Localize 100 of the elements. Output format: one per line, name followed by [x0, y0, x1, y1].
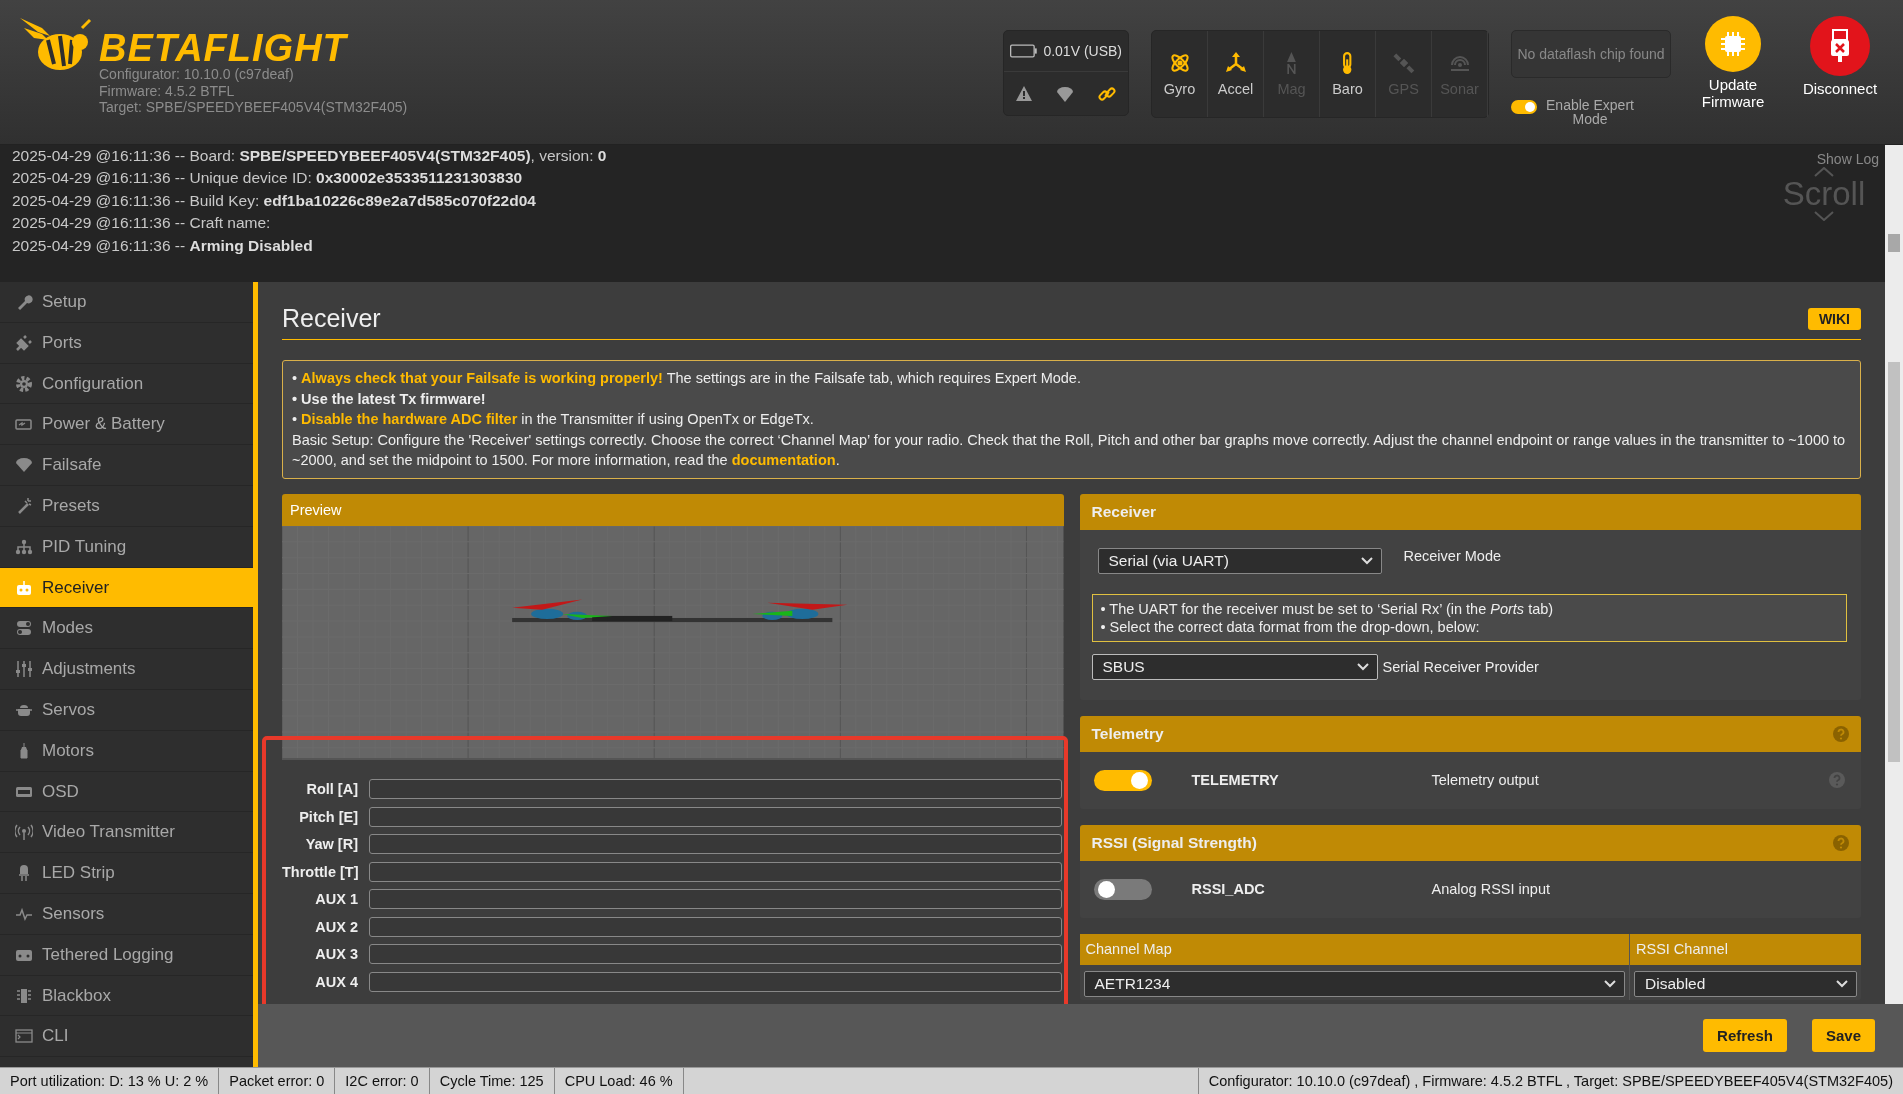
- panel-title: Receiver: [1091, 502, 1157, 521]
- receiver-mode-dropdown[interactable]: Serial (via UART): [1097, 547, 1382, 574]
- nav-item[interactable]: Ports: [0, 322, 253, 364]
- rssi-channel-dropdown[interactable]: Disabled: [1634, 970, 1857, 997]
- nav-item[interactable]: Setup: [0, 282, 253, 323]
- version-info: Configurator: 10.10.0 (c97deaf): [99, 66, 295, 83]
- log-line: 2025-04-29 @16:11:36 -- Arming Disabled: [12, 235, 314, 256]
- nav-item[interactable]: Tethered Logging: [0, 934, 253, 976]
- update-firmware-button[interactable]: Update Firmware: [1693, 16, 1773, 110]
- dataflash-status: No dataflash chip found: [1511, 30, 1671, 78]
- version-info: Configurator: 10.10.0 (c97deaf) , Firmware: 4.5.2 BTFL , Target: SPBE/SPEEDYBEEF405V4(STM32F405): [1197, 1068, 1903, 1094]
- nav-item[interactable]: Adjustments: [0, 649, 253, 691]
- info-text: • Select the correct data format from the drop-down, below:: [1100, 617, 1481, 636]
- field-label: Receiver Mode: [1403, 547, 1501, 564]
- scrollbar[interactable]: [1885, 144, 1903, 283]
- battery-icon: [1010, 41, 1038, 61]
- channel-label: AUX 3: [314, 946, 358, 963]
- documentation-link[interactable]: documentation: [731, 452, 836, 469]
- channel-label: AUX 1: [314, 891, 358, 908]
- wiki-button[interactable]: WIKI: [1807, 307, 1861, 330]
- feature-description: Analog RSSI input: [1431, 881, 1551, 898]
- page-title: Receiver: [282, 304, 381, 334]
- channel-label: AUX 4: [314, 973, 358, 990]
- nav-item[interactable]: Configuration: [0, 363, 253, 405]
- sliders-icon: [15, 660, 33, 679]
- field-label: Serial Receiver Provider: [1382, 658, 1539, 675]
- status-item: Cycle Time: 125: [429, 1068, 555, 1094]
- nav-item[interactable]: Blackbox: [0, 975, 253, 1017]
- channel-label: AUX 2: [314, 918, 358, 935]
- caret-icon: [1836, 979, 1848, 988]
- column-title: RSSI Channel: [1630, 933, 1861, 965]
- show-log-link[interactable]: Show Log: [1816, 150, 1879, 167]
- chevron-down-icon: [1814, 210, 1834, 221]
- nav-item[interactable]: Video Transmitter: [0, 812, 253, 854]
- nav-item[interactable]: Modes: [0, 608, 253, 650]
- caret-icon: [1360, 556, 1373, 565]
- panel-title: RSSI (Signal Strength): [1091, 833, 1257, 852]
- nav-item[interactable]: Servos: [0, 690, 253, 731]
- notice-text: • Disable the hardware ADC filter in the Transmitter if using OpenTx or EdgeTx.: [292, 410, 815, 430]
- toggle-switch[interactable]: [1511, 100, 1537, 114]
- nav-item[interactable]: CLI: [0, 1016, 253, 1058]
- help-icon: [1829, 772, 1845, 789]
- hierarchy-icon: [15, 537, 33, 556]
- toggle-label: Enable Expert Mode: [1545, 98, 1635, 126]
- nav-item[interactable]: Power & Battery: [0, 404, 253, 446]
- plug-icon: [15, 333, 33, 352]
- gear-icon: [15, 374, 33, 393]
- panel-title: Preview: [282, 493, 1064, 526]
- help-icon: [1833, 834, 1849, 851]
- version-info: Firmware: 4.5.2 BTFL: [99, 82, 236, 99]
- nav-item[interactable]: Receiver: [0, 567, 253, 609]
- action-button[interactable]: Refresh: [1703, 1019, 1787, 1053]
- chip-icon: [1718, 29, 1748, 59]
- terminal-icon: [15, 1027, 33, 1046]
- toggles-icon: [15, 619, 33, 638]
- nav-item[interactable]: OSD: [0, 771, 253, 813]
- status-item: I2C error: 0: [335, 1068, 430, 1094]
- battery-voltage: 0.01V (USB): [1043, 43, 1122, 59]
- sensor-label: Gyro: [1163, 81, 1196, 97]
- chip-icon: [15, 986, 33, 1005]
- satellite-icon: [1391, 51, 1416, 75]
- log-line: 2025-04-29 @16:11:36 -- Build Key: edf1ba10226c89e2a7d585c070f22d04: [12, 190, 537, 211]
- nav-item[interactable]: Failsafe: [0, 445, 253, 487]
- antenna-icon: [15, 823, 33, 842]
- thermometer-icon: [1342, 51, 1353, 75]
- toggle-switch[interactable]: [1093, 769, 1152, 791]
- log-line: 2025-04-29 @16:11:36 -- Craft name:: [12, 213, 272, 234]
- caret-icon: [1356, 662, 1369, 671]
- notice-text: • Use the latest Tx firmware!: [292, 389, 487, 409]
- usb-plug-icon: [1828, 28, 1852, 64]
- scrollbar[interactable]: [1885, 282, 1903, 1005]
- help-icon: [1833, 725, 1849, 742]
- channel-label: Throttle [T]: [282, 863, 358, 880]
- disconnect-button[interactable]: Disconnect: [1795, 16, 1885, 97]
- warning-icon: [1016, 86, 1032, 101]
- channel-map-dropdown[interactable]: AETR1234: [1083, 970, 1625, 997]
- chevron-up-icon: [1814, 166, 1834, 177]
- status-item: Packet error: 0: [219, 1068, 336, 1094]
- feature-name: RSSI_ADC: [1191, 881, 1266, 898]
- channel-label: Roll [A]: [305, 781, 358, 798]
- notice-text: Basic Setup: Configure the 'Receiver' settings correctly. Choose the correct ‘Channel Map’ for your radio. Check that the Roll, Pitch and other bar graphs move correctly. Adjust the channel endpoint or range values in the transmitter to ~1000 to ~2000, and set the midpoint to 1500. For more information, read the documentation.: [292, 430, 1847, 471]
- nav-item[interactable]: Sensors: [0, 894, 253, 935]
- nav-item[interactable]: LED Strip: [0, 853, 253, 895]
- action-button[interactable]: Save: [1811, 1019, 1875, 1053]
- channel-label: Yaw [R]: [304, 836, 358, 853]
- brand-name: BETAFLIGHT: [99, 30, 350, 66]
- feature-name: TELEMETRY: [1191, 772, 1280, 789]
- nav-item[interactable]: PID Tuning: [0, 526, 253, 568]
- nav-item[interactable]: Presets: [0, 486, 253, 527]
- notice-text: • Always check that your Failsafe is working properly! The settings are in the Failsafe tab, which requires Expert Mode.: [292, 369, 1082, 389]
- nav-item[interactable]: Motors: [0, 730, 253, 772]
- toggle-switch[interactable]: [1093, 878, 1152, 900]
- log-line: 2025-04-29 @16:11:36 -- Board: SPBE/SPEEDYBEEF405V4(STM32F405), version: 0: [12, 145, 608, 166]
- status-item: CPU Load: 46 %: [554, 1068, 684, 1094]
- parachute-icon: [1056, 85, 1074, 102]
- status-item: Port utilization: D: 13 % U: 2 %: [0, 1068, 220, 1094]
- info-text: • The UART for the receiver must be set to ‘Serial Rx’ (in the Ports tab): [1100, 599, 1555, 618]
- channel-label: Pitch [E]: [298, 808, 358, 825]
- log-line: 2025-04-29 @16:11:36 -- Unique device ID: 0x30002e3533511231303830: [12, 168, 524, 189]
- provider-dropdown[interactable]: SBUS: [1091, 653, 1378, 680]
